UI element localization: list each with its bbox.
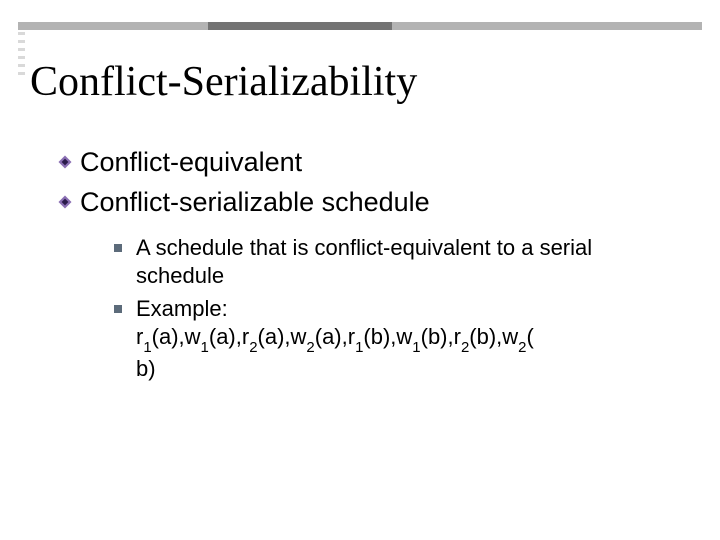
- slide-title: Conflict-Serializability: [30, 58, 690, 106]
- bullet-conflict-equivalent: Conflict-equivalent: [58, 146, 690, 180]
- top-divider-dark: [208, 22, 392, 30]
- square-bullet-icon: [114, 244, 122, 252]
- bullet-text: Conflict-equivalent: [80, 146, 302, 180]
- example-schedule: r1(a),w1(a),r2(a),w2(a),r1(b),w1(b),r2(b…: [136, 324, 534, 381]
- sub-bullet-text: Example: r1(a),w1(a),r2(a),w2(a),r1(b),w…: [136, 295, 534, 384]
- square-bullet-icon: [114, 305, 122, 313]
- slide-body: Conflict-Serializability Conflict-equiva…: [30, 58, 690, 520]
- diamond-bullet-icon: [58, 195, 72, 209]
- diamond-bullet-icon: [58, 155, 72, 169]
- sub-bullet-example: Example: r1(a),w1(a),r2(a),w2(a),r1(b),w…: [114, 295, 690, 384]
- bullet-conflict-serializable: Conflict-serializable schedule: [58, 186, 690, 220]
- example-label: Example:: [136, 296, 228, 321]
- left-tick-marks: [18, 32, 26, 84]
- bullet-text: Conflict-serializable schedule: [80, 186, 430, 220]
- sub-bullet-text: A schedule that is conflict-equivalent t…: [136, 234, 656, 291]
- sub-bullet-definition: A schedule that is conflict-equivalent t…: [114, 234, 690, 291]
- sub-bullet-group: A schedule that is conflict-equivalent t…: [114, 234, 690, 384]
